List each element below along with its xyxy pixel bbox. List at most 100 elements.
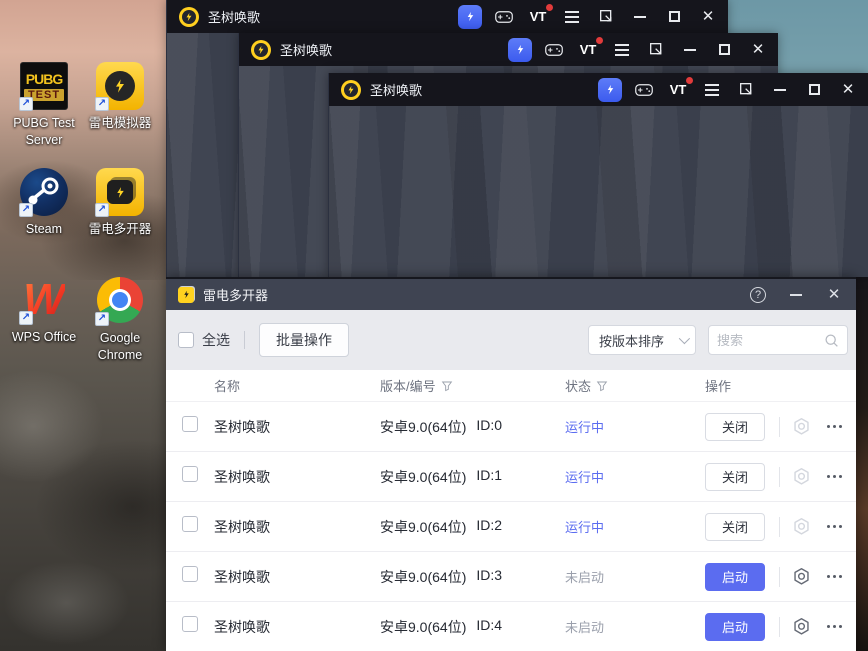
action-button[interactable]: 关闭 (705, 412, 765, 441)
settings-gear-icon[interactable] (792, 467, 811, 486)
vt-badge[interactable]: VT (526, 4, 554, 29)
status-text: 运行中 (565, 469, 605, 485)
minimize-button[interactable] (678, 38, 702, 62)
action-button[interactable]: 关闭 (705, 512, 765, 541)
emulator-titlebar[interactable]: 圣树唤歌 VT ✕ (329, 73, 868, 106)
instance-row: 圣树唤歌 安卓9.0(64位) ID:4 未启动 启动 (166, 602, 856, 651)
help-icon[interactable]: ? (746, 283, 770, 307)
settings-gear-icon[interactable] (792, 567, 811, 586)
more-options-icon[interactable] (827, 575, 842, 578)
more-options-icon[interactable] (827, 425, 842, 428)
manager-titlebar[interactable]: 雷电多开器 ? ✕ (166, 279, 856, 310)
maximize-button[interactable] (712, 38, 736, 62)
gamepad-icon[interactable] (632, 78, 656, 102)
gamepad-icon[interactable] (492, 5, 516, 29)
popout-window-icon[interactable] (594, 5, 618, 29)
instance-row: 圣树唤歌 安卓9.0(64位) ID:0 运行中 关闭 (166, 402, 856, 452)
instance-name: 圣树唤歌 (214, 618, 270, 635)
search-box[interactable] (708, 325, 848, 355)
menu-icon[interactable] (700, 78, 724, 102)
action-button[interactable]: 启动 (705, 562, 765, 591)
status-text: 运行中 (565, 519, 605, 535)
vt-badge[interactable]: VT (666, 77, 694, 102)
instance-id: ID:4 (476, 616, 503, 633)
select-all-checkbox[interactable] (178, 332, 194, 348)
desktop-icon-ldplayer[interactable]: ↗ 雷电模拟器 (80, 62, 160, 132)
close-button[interactable]: ✕ (696, 5, 720, 29)
wallpaper-rocks (0, 330, 166, 651)
row-checkbox[interactable] (182, 566, 198, 582)
more-options-icon[interactable] (827, 525, 842, 528)
window-title: 圣树唤歌 (280, 43, 333, 58)
batch-operations-button[interactable]: 批量操作 (259, 323, 349, 357)
desktop-icon-ld-multiplayer[interactable]: ↗ 雷电多开器 (80, 168, 160, 238)
ldplayer-logo-icon (179, 6, 199, 27)
icon-label: PUBG Test Server (13, 116, 75, 147)
shortcut-arrow-icon: ↗ (19, 97, 33, 111)
filter-icon[interactable] (441, 380, 453, 392)
boost-icon[interactable] (508, 37, 532, 62)
status-text: 未启动 (565, 569, 605, 585)
maximize-button[interactable] (802, 78, 826, 102)
close-button[interactable]: ✕ (746, 38, 770, 62)
manager-toolbar: 全选 批量操作 按版本排序 (166, 310, 856, 370)
close-button[interactable]: ✕ (836, 78, 860, 102)
gamepad-icon[interactable] (542, 38, 566, 62)
emulator-titlebar[interactable]: 圣树唤歌 VT ✕ (167, 0, 728, 33)
row-checkbox[interactable] (182, 616, 198, 632)
more-options-icon[interactable] (827, 625, 842, 628)
row-checkbox[interactable] (182, 466, 198, 482)
action-button[interactable]: 关闭 (705, 462, 765, 491)
row-checkbox[interactable] (182, 416, 198, 432)
sort-dropdown[interactable]: 按版本排序 (588, 325, 696, 355)
menu-icon[interactable] (560, 5, 584, 29)
instance-version: 安卓9.0(64位) (380, 618, 467, 635)
popout-window-icon[interactable] (734, 78, 758, 102)
minimize-button[interactable] (768, 78, 792, 102)
emulator-window-3: 圣树唤歌 VT ✕ (328, 73, 868, 277)
instance-id: ID:3 (476, 566, 503, 583)
close-button[interactable]: ✕ (822, 283, 846, 307)
instance-name: 圣树唤歌 (214, 568, 270, 585)
desktop-icon-steam[interactable]: ↗ Steam (4, 168, 84, 238)
row-checkbox[interactable] (182, 516, 198, 532)
desktop-icon-google-chrome[interactable]: ↗ Google Chrome (80, 276, 160, 364)
settings-gear-icon[interactable] (792, 517, 811, 536)
notification-dot (596, 37, 604, 44)
popout-window-icon[interactable] (644, 38, 668, 62)
boost-icon[interactable] (458, 4, 482, 29)
ldplayer-logo-icon (341, 79, 361, 100)
window-title: 圣树唤歌 (370, 83, 423, 98)
instance-row: 圣树唤歌 安卓9.0(64位) ID:1 运行中 关闭 (166, 452, 856, 502)
icon-label: Steam (25, 222, 63, 236)
icon-label: 雷电模拟器 (88, 116, 152, 130)
emulator-titlebar[interactable]: 圣树唤歌 VT ✕ (239, 33, 778, 66)
desktop-icon-wps-office[interactable]: W ↗ WPS Office (4, 276, 84, 346)
minimize-button[interactable] (784, 283, 808, 307)
instance-row: 圣树唤歌 安卓9.0(64位) ID:2 运行中 关闭 (166, 502, 856, 552)
shortcut-arrow-icon: ↗ (19, 311, 33, 325)
search-input[interactable] (717, 332, 824, 348)
divider (779, 416, 780, 437)
header-name: 名称 (214, 379, 241, 394)
minimize-button[interactable] (628, 5, 652, 29)
vt-badge[interactable]: VT (576, 37, 604, 62)
action-button[interactable]: 启动 (705, 612, 765, 641)
menu-icon[interactable] (610, 38, 634, 62)
settings-gear-icon[interactable] (792, 617, 811, 636)
search-icon (825, 333, 838, 347)
settings-gear-icon[interactable] (792, 417, 811, 436)
header-status: 状态 (565, 379, 592, 394)
boost-icon[interactable] (598, 77, 622, 102)
instance-name: 圣树唤歌 (214, 468, 270, 485)
shortcut-arrow-icon: ↗ (95, 312, 109, 326)
emulator-screen (329, 106, 868, 277)
divider (779, 466, 780, 487)
ldplayer-logo-icon (251, 39, 271, 60)
more-options-icon[interactable] (827, 475, 842, 478)
desktop-icon-pubg-test-server[interactable]: PUBG TEST ↗ PUBG Test Server (4, 62, 84, 149)
divider (779, 566, 780, 587)
filter-icon[interactable] (596, 380, 608, 392)
maximize-button[interactable] (662, 5, 686, 29)
notification-dot (546, 4, 554, 11)
